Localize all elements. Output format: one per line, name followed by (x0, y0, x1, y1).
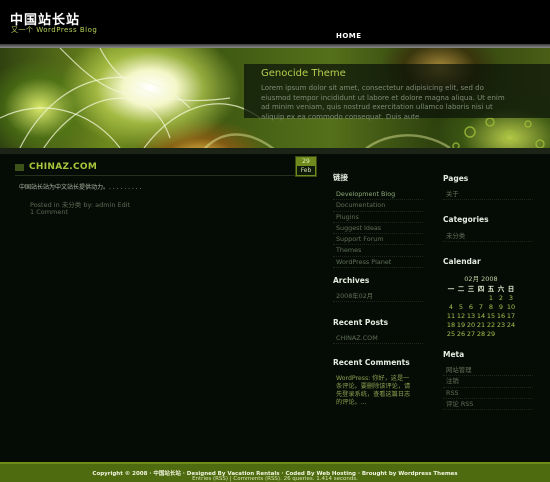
calendar-table: 一 二 三 四 五 六 日 1 2 3 4 5 6 7 8 9 10 11 12… (446, 283, 516, 338)
links-item[interactable]: Documentation (333, 200, 423, 212)
pages-item[interactable]: 关于 (443, 189, 533, 201)
calendar-week: 25 26 27 28 29 (446, 329, 516, 338)
recent-comment-item[interactable]: WordPress: 你好，这是一条评论。要删除该评论，请先登录系统，查看这篇日… (336, 375, 412, 407)
calendar-weekday-row: 一 二 三 四 五 六 日 (446, 283, 516, 293)
calendar: 02月 2008 一 二 三 四 五 六 日 1 2 3 4 5 6 7 8 9… (446, 275, 516, 338)
calendar-day: 28 (476, 329, 486, 338)
calendar-day: 3 (508, 293, 514, 302)
links-item[interactable]: Themes (333, 245, 423, 257)
calendar-weekday: 三 (467, 285, 475, 293)
links-item[interactable]: Plugins (333, 212, 423, 223)
links-item[interactable]: Suggest Ideas (333, 223, 423, 235)
calendar-caption: 02月 2008 (464, 275, 498, 283)
links-widget-title: 链接 (333, 173, 348, 182)
calendar-day: 21 (476, 320, 486, 329)
calendar-day: 10 (506, 302, 516, 311)
calendar-day: 12 (456, 311, 466, 320)
calendar-widget-title: Calendar (443, 257, 481, 266)
calendar-day: 17 (506, 311, 516, 320)
calendar-day-link[interactable]: 29 (486, 329, 496, 338)
feature-title: Genocide Theme (261, 68, 346, 79)
categories-widget-title: Categories (443, 215, 489, 224)
calendar-day: 24 (506, 320, 516, 329)
footer-stats[interactable]: Entries (RSS) | Comments (RSS). 26 queri… (0, 476, 550, 482)
calendar-weekday: 二 (457, 285, 465, 293)
calendar-day: 16 (496, 311, 506, 320)
calendar-day: 19 (456, 320, 466, 329)
site-header: 中国站长站 又一个 WordPress Blog HOME (0, 0, 550, 44)
pages-widget-title: Pages (443, 174, 469, 183)
calendar-week: 18 19 20 21 22 23 24 (446, 320, 516, 329)
calendar-day: 13 (466, 311, 476, 320)
meta-item[interactable]: 网站管理 (443, 365, 533, 377)
calendar-day: 20 (466, 320, 476, 329)
post-content: 中国站长站为中文站长提供动力。. . . . . . . . . (19, 184, 142, 191)
calendar-weekday: 五 (487, 285, 495, 293)
calendar-day: 9 (498, 302, 504, 311)
recent-posts-widget-title: Recent Posts (333, 318, 389, 327)
calendar-day: 25 (446, 329, 456, 338)
post-divider (15, 175, 295, 176)
categories-item[interactable]: 未分类 (443, 231, 533, 243)
meta-item[interactable]: 注销 (443, 376, 533, 388)
calendar-day: 11 (446, 311, 456, 320)
calendar-day: 7 (478, 302, 484, 311)
calendar-day: 22 (486, 320, 496, 329)
calendar-week: 4 5 6 7 8 9 10 (446, 302, 516, 311)
links-item[interactable]: Development Blog (333, 189, 423, 201)
links-list: Development Blog Documentation Plugins S… (333, 189, 423, 269)
calendar-weekday: 六 (497, 285, 505, 293)
banner-bottom-bar (0, 148, 550, 154)
site-tagline: 又一个 WordPress Blog (11, 26, 98, 34)
archives-item[interactable]: 2008年02月 (333, 291, 423, 303)
nav-home-link[interactable]: HOME (336, 32, 362, 40)
calendar-day: 23 (496, 320, 506, 329)
archives-widget-title: Archives (333, 276, 370, 285)
calendar-day: 4 (448, 302, 454, 311)
meta-item[interactable]: RSS (443, 388, 533, 399)
calendar-day (506, 329, 516, 338)
recent-posts-item[interactable]: CHINAZ.COM (333, 333, 423, 345)
calendar-day: 6 (468, 302, 474, 311)
post-date-day: 29 (302, 158, 310, 165)
calendar-day: 14 (476, 311, 486, 320)
calendar-weekday: 日 (507, 285, 515, 293)
calendar-day: 27 (466, 329, 476, 338)
calendar-day (446, 293, 456, 302)
calendar-day (466, 293, 476, 302)
post-date-month: Feb (297, 166, 315, 175)
calendar-day: 8 (488, 302, 494, 311)
calendar-day: 18 (446, 320, 456, 329)
recent-posts-list: CHINAZ.COM (333, 333, 423, 345)
recent-comments-widget-title: Recent Comments (333, 358, 410, 367)
calendar-day: 1 (488, 293, 494, 302)
calendar-day: 2 (498, 293, 504, 302)
post-comments-link[interactable]: 1 Comment (30, 208, 68, 216)
links-item[interactable]: Support Forum (333, 234, 423, 246)
calendar-weekday: 四 (477, 285, 485, 293)
calendar-day (496, 329, 506, 338)
calendar-week: 11 12 13 14 15 16 17 (446, 311, 516, 320)
meta-widget-title: Meta (443, 350, 465, 359)
post-title-marker (15, 164, 24, 171)
post-date-badge: 29 Feb (295, 156, 317, 177)
calendar-day: 26 (456, 329, 466, 338)
categories-list: 未分类 (443, 231, 533, 243)
archives-list: 2008年02月 (333, 291, 423, 303)
feature-text: Lorem ipsum dolor sit amet, consectetur … (261, 84, 505, 121)
meta-list: 网站管理 注销 RSS 评论 RSS (443, 365, 533, 411)
calendar-day (456, 293, 466, 302)
calendar-day: 15 (486, 311, 496, 320)
links-item[interactable]: WordPress Planet (333, 257, 423, 269)
post-title-link[interactable]: CHINAZ.COM (29, 162, 97, 172)
meta-item[interactable]: 评论 RSS (443, 399, 533, 411)
site-footer: Copyright © 2008 · 中国站长站 · Designed By V… (0, 462, 550, 482)
pages-list: 关于 (443, 189, 533, 201)
calendar-day: 5 (458, 302, 464, 311)
calendar-weekday: 一 (447, 285, 455, 293)
calendar-day (476, 293, 486, 302)
calendar-week: 1 2 3 (446, 293, 516, 302)
